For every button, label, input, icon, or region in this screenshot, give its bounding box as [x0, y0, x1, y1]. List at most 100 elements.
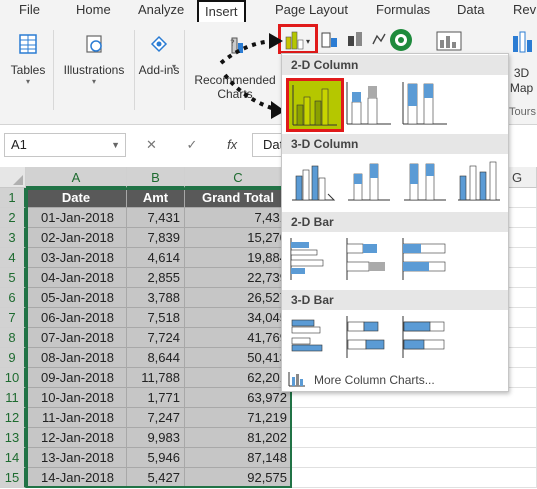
date-cell[interactable]: 06-Jan-2018 — [26, 308, 127, 328]
amt-cell[interactable]: 9,983 — [127, 428, 185, 448]
row-header[interactable]: 10 — [0, 368, 26, 388]
header-cell-date[interactable]: Date — [26, 188, 127, 208]
date-cell[interactable]: 13-Jan-2018 — [26, 448, 127, 468]
grand-total-cell[interactable]: 87,148 — [185, 448, 292, 468]
grand-total-cell[interactable]: 7,431 — [185, 208, 292, 228]
illustrations-group[interactable]: Illustrations ▾ — [58, 32, 130, 86]
date-cell[interactable]: 04-Jan-2018 — [26, 268, 127, 288]
row-header[interactable]: 12 — [0, 408, 26, 428]
column-header-b[interactable]: B — [127, 167, 185, 188]
empty-cells[interactable] — [292, 428, 537, 448]
amt-cell[interactable]: 7,518 — [127, 308, 185, 328]
3d-stacked-column-option[interactable] — [344, 158, 394, 204]
addins-group[interactable]: Add-ins ▾ — [138, 32, 180, 77]
date-cell[interactable]: 07-Jan-2018 — [26, 328, 127, 348]
amt-cell[interactable]: 5,946 — [127, 448, 185, 468]
3d-clustered-bar-option[interactable] — [288, 314, 338, 360]
date-cell[interactable]: 12-Jan-2018 — [26, 428, 127, 448]
tables-group[interactable]: Tables ▾ — [8, 32, 48, 86]
row-header[interactable]: 14 — [0, 448, 26, 468]
date-cell[interactable]: 11-Jan-2018 — [26, 408, 127, 428]
date-cell[interactable]: 05-Jan-2018 — [26, 288, 127, 308]
amt-cell[interactable]: 8,644 — [127, 348, 185, 368]
grand-total-cell[interactable]: 41,769 — [185, 328, 292, 348]
tab-review[interactable]: Revi — [513, 2, 537, 17]
amt-cell[interactable]: 11,788 — [127, 368, 185, 388]
3d-clustered-column-option[interactable] — [288, 158, 338, 204]
date-cell[interactable]: 01-Jan-2018 — [26, 208, 127, 228]
row-header[interactable]: 9 — [0, 348, 26, 368]
clustered-bar-option[interactable] — [288, 236, 338, 282]
empty-cells[interactable] — [292, 448, 537, 468]
grand-total-cell[interactable]: 19,884 — [185, 248, 292, 268]
tab-data[interactable]: Data — [457, 2, 484, 17]
row-header[interactable]: 2 — [0, 208, 26, 228]
amt-cell[interactable]: 7,431 — [127, 208, 185, 228]
row-header[interactable]: 7 — [0, 308, 26, 328]
row-header[interactable]: 5 — [0, 268, 26, 288]
amt-cell[interactable]: 5,427 — [127, 468, 185, 488]
enter-icon[interactable]: ✓ — [187, 137, 198, 152]
header-cell-amt[interactable]: Amt — [127, 188, 185, 208]
grand-total-cell[interactable]: 92,575 — [185, 468, 292, 488]
amt-cell[interactable]: 4,614 — [127, 248, 185, 268]
3d-100-stacked-bar-option[interactable] — [400, 314, 450, 360]
date-cell[interactable]: 14-Jan-2018 — [26, 468, 127, 488]
tab-file[interactable]: File — [19, 2, 40, 17]
3d-100-stacked-column-option[interactable] — [400, 158, 450, 204]
row-header[interactable]: 3 — [0, 228, 26, 248]
3d-map-icon[interactable] — [510, 28, 534, 56]
date-cell[interactable]: 08-Jan-2018 — [26, 348, 127, 368]
amt-cell[interactable]: 3,788 — [127, 288, 185, 308]
clustered-column-option[interactable] — [286, 78, 344, 132]
name-box[interactable]: A1 ▼ — [4, 133, 126, 157]
3d-column-option[interactable] — [454, 158, 504, 204]
stacked-column-option[interactable] — [344, 80, 394, 126]
hierarchy-chart-icon[interactable] — [320, 30, 344, 50]
more-column-charts-link[interactable]: More Column Charts... — [288, 371, 435, 390]
tab-page-layout[interactable]: Page Layout — [275, 2, 348, 17]
grand-total-cell[interactable]: 63,972 — [185, 388, 292, 408]
grand-total-cell[interactable]: 34,045 — [185, 308, 292, 328]
grand-total-cell[interactable]: 50,413 — [185, 348, 292, 368]
column-header-c[interactable]: C — [185, 167, 292, 188]
100-stacked-bar-option[interactable] — [400, 236, 450, 282]
grand-total-cell[interactable]: 62,201 — [185, 368, 292, 388]
pivot-chart-icon[interactable] — [436, 30, 462, 52]
empty-cells[interactable] — [292, 468, 537, 488]
3d-stacked-bar-option[interactable] — [344, 314, 394, 360]
amt-cell[interactable]: 1,771 — [127, 388, 185, 408]
cancel-icon[interactable]: ✕ — [146, 137, 157, 152]
line-chart-icon[interactable] — [372, 32, 386, 46]
amt-cell[interactable]: 7,724 — [127, 328, 185, 348]
recommended-charts-button[interactable]: ? Recommended Charts — [192, 32, 278, 101]
column-chart-button[interactable]: ▾ — [278, 24, 318, 54]
header-cell-grand-total[interactable]: Grand Total — [185, 188, 292, 208]
tab-formulas[interactable]: Formulas — [376, 2, 430, 17]
waterfall-chart-icon[interactable] — [346, 30, 370, 50]
date-cell[interactable]: 03-Jan-2018 — [26, 248, 127, 268]
column-header-a[interactable]: A — [26, 167, 127, 188]
grand-total-cell[interactable]: 81,202 — [185, 428, 292, 448]
amt-cell[interactable]: 2,855 — [127, 268, 185, 288]
row-header[interactable]: 1 — [0, 188, 26, 208]
date-cell[interactable]: 10-Jan-2018 — [26, 388, 127, 408]
tab-analyze[interactable]: Analyze — [138, 2, 184, 17]
grand-total-cell[interactable]: 71,219 — [185, 408, 292, 428]
grand-total-cell[interactable]: 22,739 — [185, 268, 292, 288]
maps-icon[interactable] — [388, 27, 414, 53]
empty-cells[interactable] — [292, 408, 537, 428]
tab-home[interactable]: Home — [76, 2, 111, 17]
100-stacked-column-option[interactable] — [400, 80, 450, 126]
row-header[interactable]: 6 — [0, 288, 26, 308]
row-header[interactable]: 13 — [0, 428, 26, 448]
row-header[interactable]: 8 — [0, 328, 26, 348]
tab-insert[interactable]: Insert — [197, 0, 246, 22]
row-header[interactable]: 4 — [0, 248, 26, 268]
grand-total-cell[interactable]: 15,270 — [185, 228, 292, 248]
amt-cell[interactable]: 7,839 — [127, 228, 185, 248]
row-header[interactable]: 11 — [0, 388, 26, 408]
stacked-bar-option[interactable] — [344, 236, 394, 282]
chevron-down-icon[interactable]: ▼ — [111, 134, 120, 156]
insert-function-icon[interactable]: fx — [227, 137, 237, 152]
